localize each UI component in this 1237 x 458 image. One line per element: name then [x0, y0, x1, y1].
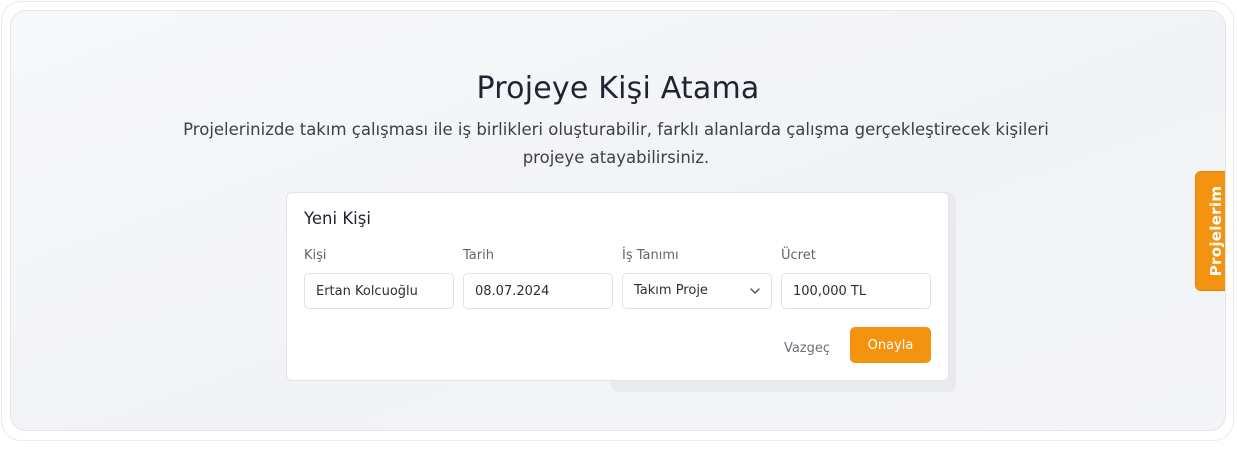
- main-panel: Projeye Kişi Atama Projelerinizde takım …: [10, 10, 1226, 431]
- date-label: Tarih: [463, 248, 494, 263]
- card-title: Yeni Kişi: [304, 209, 371, 228]
- person-label: Kişi: [304, 248, 327, 263]
- page-description: Projelerinizde takım çalışması ile iş bi…: [183, 120, 1049, 167]
- projects-side-tab[interactable]: Projelerim: [1195, 171, 1225, 291]
- job-label: İş Tanımı: [622, 248, 679, 263]
- job-select-value: Takım Proje: [634, 283, 708, 298]
- date-input[interactable]: [463, 273, 613, 309]
- chevron-down-icon: [750, 288, 760, 294]
- new-person-card: Yeni Kişi Kişi Tarih İş Tanımı Ücret Tak…: [286, 192, 949, 381]
- job-select[interactable]: Takım Proje: [622, 273, 772, 309]
- page-title: Projeye Kişi Atama: [476, 71, 760, 106]
- cancel-button[interactable]: Vazgeç: [777, 330, 837, 366]
- confirm-button[interactable]: Onayla: [850, 327, 931, 363]
- fee-input[interactable]: [781, 273, 931, 309]
- projects-side-tab-label: Projelerim: [1207, 185, 1225, 277]
- fee-label: Ücret: [781, 248, 816, 263]
- person-input[interactable]: [304, 273, 454, 309]
